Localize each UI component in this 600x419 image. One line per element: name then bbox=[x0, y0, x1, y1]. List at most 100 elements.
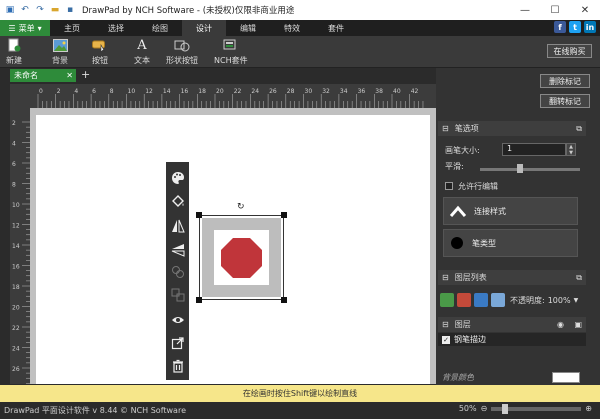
layer-tools: 不透明度: 100% ▼ bbox=[440, 288, 580, 312]
close-button[interactable]: ✕ bbox=[570, 0, 600, 20]
tab-draw[interactable]: 绘图 bbox=[138, 20, 182, 36]
horizontal-ruler-ticks: 0 2 4 6 8 10 12 14 16 18 20 22 24 26 28 30 32 34 36 38 40 42 bbox=[37, 88, 424, 108]
ruler-label: 8 bbox=[110, 88, 114, 95]
rotate-handle-icon[interactable]: ↻ bbox=[237, 202, 245, 212]
spin-down-icon[interactable]: ▼ bbox=[569, 150, 573, 156]
flip-vertical-icon[interactable] bbox=[169, 241, 186, 258]
eye-toggle-icon[interactable]: ◉ bbox=[557, 320, 564, 329]
collapse-icon[interactable]: ⊟ bbox=[442, 320, 449, 329]
maximize-button[interactable]: ☐ bbox=[540, 0, 570, 20]
add-layer-icon[interactable] bbox=[440, 293, 454, 307]
document-tab[interactable]: 未命名 ✕ bbox=[10, 69, 76, 82]
layers-list-title: 图层列表 bbox=[454, 273, 487, 282]
tab-edit[interactable]: 编辑 bbox=[226, 20, 270, 36]
export-icon[interactable] bbox=[169, 334, 186, 351]
tab-design[interactable]: 设计 bbox=[182, 20, 226, 36]
flip-horizontal-icon[interactable] bbox=[169, 217, 186, 234]
resize-handle-top-right[interactable] bbox=[281, 212, 287, 218]
ruler-label: 38 bbox=[375, 88, 383, 95]
hint-text: 在绘画时按住Shift键以绘制直线 bbox=[242, 389, 358, 398]
main-menu-button[interactable]: ☰ 菜单 ▾ bbox=[0, 20, 50, 36]
facebook-icon[interactable]: f bbox=[554, 21, 566, 33]
ruler-label: 40 bbox=[393, 88, 401, 95]
remove-layer-icon[interactable] bbox=[457, 293, 471, 307]
delete-trash-icon[interactable] bbox=[169, 357, 186, 374]
minimize-button[interactable]: — bbox=[510, 0, 540, 20]
menu-tab-row: ☰ 菜单 ▾ 主页 选择 绘图 设计 编辑 特效 套件 bbox=[0, 20, 600, 36]
background-button[interactable]: 背景 bbox=[52, 38, 68, 66]
tab-select[interactable]: 选择 bbox=[94, 20, 138, 36]
background-color-swatch[interactable] bbox=[552, 372, 580, 383]
ruler-label: 12 bbox=[12, 223, 20, 230]
ruler-label: 26 bbox=[269, 88, 277, 95]
buy-online-button[interactable]: 在线购买 bbox=[547, 44, 592, 58]
ruler-corner bbox=[10, 84, 30, 108]
resize-handle-bottom-left[interactable] bbox=[196, 297, 202, 303]
shape-button-label: 形状按钮 bbox=[166, 56, 198, 65]
zoom-out-icon[interactable]: ⊖ bbox=[481, 404, 488, 413]
undo-icon[interactable]: ↶ bbox=[19, 4, 31, 16]
pen-type-dot-icon bbox=[451, 237, 463, 249]
visibility-eye-icon[interactable] bbox=[169, 311, 186, 328]
resize-handle-bottom-right[interactable] bbox=[281, 297, 287, 303]
ruler-label: 6 bbox=[12, 161, 16, 168]
connect-style-icon bbox=[450, 205, 466, 217]
layer-visible-checkbox[interactable]: ✓ bbox=[442, 335, 450, 344]
allow-edit-checkbox[interactable] bbox=[445, 182, 453, 190]
tab-suite[interactable]: 套件 bbox=[314, 20, 358, 36]
ruler-label: 2 bbox=[12, 120, 16, 127]
document-tab-label: 未命名 bbox=[14, 71, 38, 80]
new-button[interactable]: 新建 bbox=[6, 38, 22, 66]
resize-handle-top-left[interactable] bbox=[196, 212, 202, 218]
title-bar: ▣ ↶ ↷ ▬ ▪ DrawPad by NCH Software - (未授权… bbox=[0, 0, 600, 20]
brush-size-spinner[interactable]: ▲ ▼ bbox=[566, 143, 576, 156]
floating-toolbar bbox=[166, 162, 189, 380]
button-button[interactable]: 按钮 bbox=[92, 38, 108, 66]
brush-size-input[interactable]: 1 bbox=[502, 143, 566, 156]
layer-name: 钢笔描边 bbox=[454, 335, 486, 344]
pen-options-title: 笔选项 bbox=[454, 124, 479, 133]
add-tab-button[interactable]: + bbox=[81, 68, 90, 81]
collapse-icon[interactable]: ⊟ bbox=[442, 273, 449, 282]
button-button-label: 按钮 bbox=[92, 56, 108, 65]
layers-header[interactable]: ⊟ 图层 ◉ ▣ bbox=[438, 317, 586, 332]
close-tab-icon[interactable]: ✕ bbox=[66, 71, 73, 80]
nch-suite-button[interactable]: NCH套件 bbox=[214, 38, 248, 66]
selection-box[interactable] bbox=[196, 212, 287, 303]
zoom-slider-track[interactable] bbox=[491, 403, 582, 414]
opacity-value[interactable]: 100% bbox=[548, 296, 571, 305]
tab-effects[interactable]: 特效 bbox=[270, 20, 314, 36]
zoom-slider-thumb[interactable] bbox=[501, 403, 508, 414]
opacity-dropdown-icon[interactable]: ▼ bbox=[574, 297, 579, 304]
popout-icon[interactable]: ⧉ bbox=[576, 124, 582, 134]
zoom-in-icon[interactable]: ⊕ bbox=[585, 404, 592, 413]
flip-mark-button[interactable]: 翻转标记 bbox=[540, 94, 590, 108]
smooth-slider-track[interactable] bbox=[480, 168, 580, 171]
folder-icon[interactable]: ▬ bbox=[49, 4, 61, 16]
connect-style-card[interactable]: 连接样式 bbox=[443, 197, 578, 225]
popout-icon[interactable]: ⧉ bbox=[576, 273, 582, 283]
text-button[interactable]: A 文本 bbox=[134, 38, 150, 66]
delete-mark-button[interactable]: 删除标记 bbox=[540, 74, 590, 88]
twitter-icon[interactable]: t bbox=[569, 21, 581, 33]
layer-row[interactable]: ✓ 钢笔描边 bbox=[438, 333, 586, 346]
pen-type-card[interactable]: 笔类型 bbox=[443, 229, 578, 257]
linkedin-icon[interactable]: in bbox=[584, 21, 596, 33]
palette-icon[interactable] bbox=[169, 169, 186, 186]
collapse-icon[interactable]: ⊟ bbox=[442, 124, 449, 133]
duplicate-layer-icon[interactable] bbox=[474, 293, 488, 307]
lock-icon[interactable]: ▣ bbox=[574, 320, 582, 329]
chevron-down-icon: ▾ bbox=[37, 23, 42, 33]
hamburger-icon: ☰ bbox=[8, 23, 16, 33]
save-icon[interactable]: ▪ bbox=[64, 4, 76, 16]
tab-home[interactable]: 主页 bbox=[50, 20, 94, 36]
fill-bucket-icon[interactable] bbox=[169, 192, 186, 209]
smooth-slider-thumb[interactable] bbox=[517, 164, 523, 173]
redo-icon[interactable]: ↷ bbox=[34, 4, 46, 16]
ruler-label: 22 bbox=[12, 325, 20, 332]
pen-options-header[interactable]: ⊟ 笔选项 ⧉ bbox=[438, 121, 586, 136]
allow-edit-label: 允许行编辑 bbox=[458, 182, 498, 191]
merge-layer-icon[interactable] bbox=[491, 293, 505, 307]
shape-button-button[interactable]: 形状按钮 bbox=[166, 38, 198, 66]
layers-list-header[interactable]: ⊟ 图层列表 ⧉ bbox=[438, 270, 586, 285]
